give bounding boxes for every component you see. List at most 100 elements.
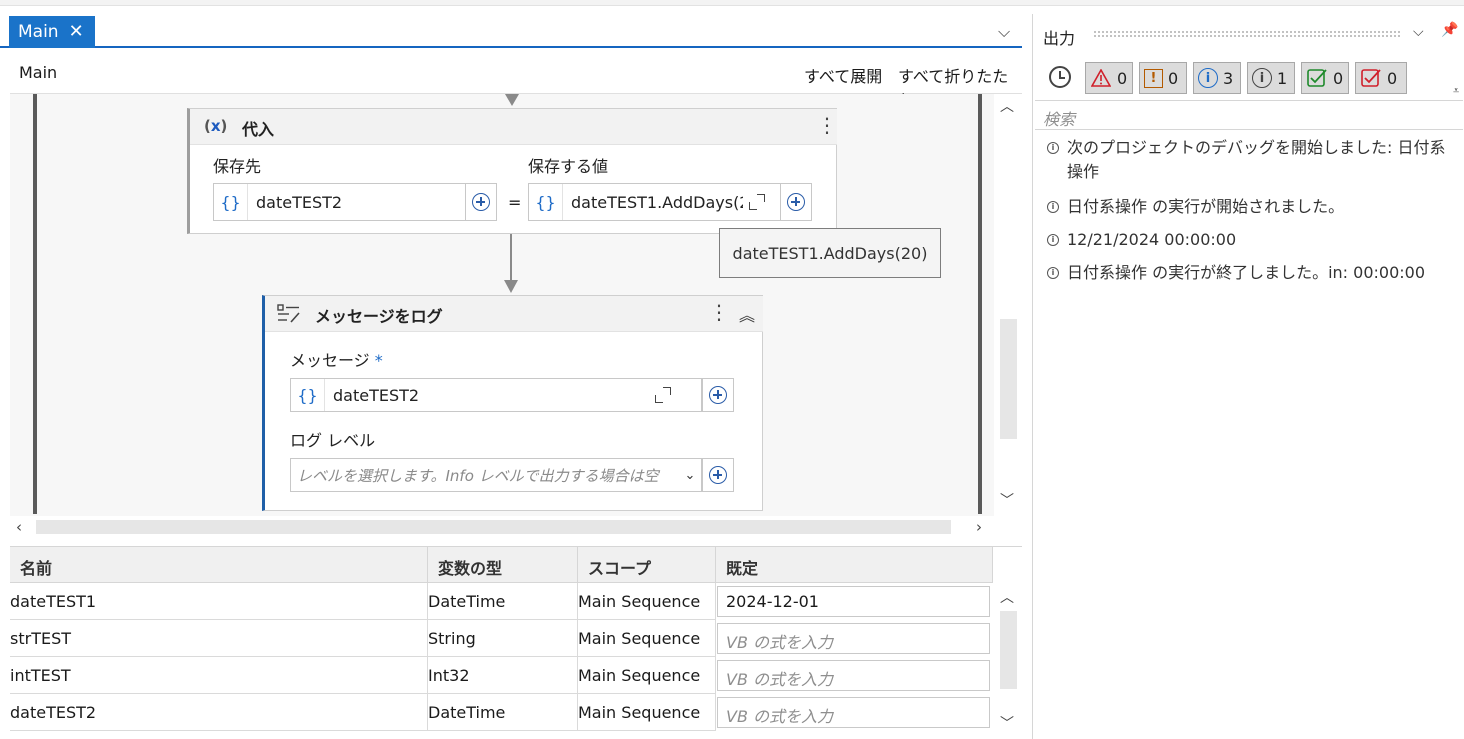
output-title: 出力 bbox=[1043, 29, 1076, 48]
log-level-placeholder: レベルを選択します。Info レベルで出力する場合は空 bbox=[297, 466, 659, 485]
info-icon: i bbox=[1198, 68, 1218, 88]
info-count: 3 bbox=[1223, 68, 1234, 88]
add-to-button[interactable] bbox=[465, 183, 497, 221]
output-panel: 出力 ⌵ 📌 0 ! 0 i 3 i 1 0 0 ⩡ 検索 i 次のプロジェクト… bbox=[1032, 14, 1464, 739]
add-message-button[interactable] bbox=[702, 378, 734, 412]
scroll-down-icon[interactable]: ﹀ bbox=[1000, 713, 1014, 733]
variable-default-input[interactable]: 2024-12-01 bbox=[717, 586, 990, 617]
warning-icon bbox=[1090, 67, 1112, 89]
more-options-icon[interactable]: ⋮ bbox=[709, 302, 729, 322]
overflow-chevron-icon[interactable]: ⩡ bbox=[1453, 84, 1459, 98]
variable-scope-cell[interactable]: Main Sequence bbox=[578, 657, 716, 694]
failure-icon bbox=[1360, 67, 1382, 89]
success-filter-button[interactable]: 0 bbox=[1301, 62, 1349, 94]
log-message-activity[interactable]: メッセージをログ ⋮ ︽ メッセージ * {} dateTEST2 ログ レベル… bbox=[262, 295, 763, 511]
scroll-up-icon[interactable]: ︿ bbox=[1000, 96, 1014, 116]
variable-default-input[interactable]: VB の式を入力 bbox=[717, 660, 990, 691]
expand-editor-icon[interactable] bbox=[655, 387, 671, 403]
assign-activity[interactable]: (x) 代入 ⋮ 保存先 保存する値 {} dateTEST2 = {} dat… bbox=[187, 108, 837, 234]
scroll-right-icon[interactable]: › bbox=[976, 518, 982, 536]
info-icon: i bbox=[1047, 142, 1059, 154]
output-search-input[interactable]: 検索 bbox=[1035, 100, 1463, 130]
variable-scope-cell[interactable]: Main Sequence bbox=[578, 583, 716, 620]
expand-editor-icon[interactable] bbox=[749, 194, 765, 210]
trace-filter-button[interactable]: i 1 bbox=[1247, 62, 1295, 94]
variable-name-cell[interactable]: intTEST bbox=[10, 657, 428, 694]
message-value: dateTEST2 bbox=[333, 385, 420, 405]
add-value-button[interactable] bbox=[780, 183, 812, 221]
variables-panel: 名前 変数の型 スコープ 既定 dateTEST1 DateTime Main … bbox=[10, 546, 1022, 739]
log-level-label: ログ レベル bbox=[290, 431, 376, 450]
log-message-header[interactable]: メッセージをログ ⋮ ︽ bbox=[265, 296, 763, 332]
assign-header[interactable]: (x) 代入 ⋮ bbox=[190, 109, 837, 145]
variable-name-cell[interactable]: dateTEST2 bbox=[10, 694, 428, 731]
info-filter-button[interactable]: i 3 bbox=[1193, 62, 1241, 94]
equals-sign: = bbox=[508, 193, 522, 212]
column-header-default[interactable]: 既定 bbox=[716, 547, 993, 583]
more-options-icon[interactable]: ⋮ bbox=[817, 115, 837, 135]
trace-icon: i bbox=[1252, 68, 1272, 88]
expand-all-link[interactable]: すべて展開 bbox=[804, 63, 882, 87]
plus-icon bbox=[472, 193, 490, 211]
message-field[interactable]: {} dateTEST2 bbox=[290, 378, 702, 412]
chevron-down-icon[interactable]: ⌵ bbox=[1413, 24, 1424, 40]
variable-scope-cell[interactable]: Main Sequence bbox=[578, 694, 716, 731]
info-icon: i bbox=[1047, 201, 1059, 213]
required-mark: * bbox=[374, 351, 383, 370]
scroll-thumb[interactable] bbox=[1000, 611, 1017, 689]
variable-default-input[interactable]: VB の式を入力 bbox=[717, 697, 990, 728]
column-header-name[interactable]: 名前 bbox=[10, 547, 428, 583]
info-icon: i bbox=[1047, 234, 1059, 246]
column-header-type[interactable]: 変数の型 bbox=[428, 547, 578, 583]
sequence-border-left bbox=[33, 94, 37, 514]
variable-type-cell[interactable]: String bbox=[428, 620, 578, 657]
canvas-horizontal-scrollbar[interactable]: ‹ › bbox=[10, 516, 1022, 540]
column-header-scope[interactable]: スコープ bbox=[578, 547, 716, 583]
to-field[interactable]: {} dateTEST2 bbox=[213, 183, 466, 221]
clock-icon[interactable] bbox=[1049, 66, 1071, 88]
variable-default-input[interactable]: VB の式を入力 bbox=[717, 623, 990, 654]
failure-filter-button[interactable]: 0 bbox=[1355, 62, 1407, 94]
scroll-up-icon[interactable]: ︿ bbox=[1000, 587, 1014, 607]
breadcrumb[interactable]: Main bbox=[19, 63, 57, 82]
scroll-left-icon[interactable]: ‹ bbox=[16, 518, 22, 536]
designer-canvas: (x) 代入 ⋮ 保存先 保存する値 {} dateTEST2 = {} dat… bbox=[10, 94, 994, 518]
panel-drag-grip[interactable] bbox=[1093, 30, 1401, 38]
error-count: 0 bbox=[1168, 68, 1179, 88]
value-value: dateTEST1.AddDays(2 bbox=[571, 192, 743, 212]
variable-name-cell[interactable]: strTEST bbox=[10, 620, 428, 657]
tab-main[interactable]: Main ✕ bbox=[9, 16, 95, 48]
output-filter-row: 0 ! 0 i 3 i 1 0 0 bbox=[1043, 62, 1453, 96]
canvas-vertical-scrollbar[interactable]: ︿ ﹀ bbox=[978, 94, 1022, 518]
variable-type-cell[interactable]: DateTime bbox=[428, 583, 578, 620]
flow-arrow bbox=[505, 94, 519, 106]
close-icon[interactable]: ✕ bbox=[69, 23, 84, 41]
flow-arrow bbox=[504, 280, 518, 293]
chevron-down-icon: ⌄ bbox=[684, 467, 696, 483]
warning-count: 0 bbox=[1117, 68, 1128, 88]
value-label: 保存する値 bbox=[528, 157, 609, 176]
sequence-border-right bbox=[978, 94, 982, 514]
value-field[interactable]: {} dateTEST1.AddDays(2 bbox=[528, 183, 781, 221]
scroll-thumb[interactable] bbox=[1000, 319, 1017, 439]
collapse-chevron-icon[interactable]: ︽ bbox=[739, 302, 755, 326]
log-level-select[interactable]: レベルを選択します。Info レベルで出力する場合は空 ⌄ bbox=[290, 458, 702, 492]
variables-scrollbar[interactable]: ︿ ﹀ bbox=[998, 585, 1020, 739]
error-filter-button[interactable]: ! 0 bbox=[1139, 62, 1187, 94]
add-log-level-button[interactable] bbox=[702, 458, 734, 492]
warning-filter-button[interactable]: 0 bbox=[1085, 62, 1133, 94]
variable-type-cell[interactable]: DateTime bbox=[428, 694, 578, 731]
chevron-down-icon[interactable]: ⌵ bbox=[998, 22, 1010, 42]
variable-name-cell[interactable]: dateTEST1 bbox=[10, 583, 428, 620]
pin-icon[interactable]: 📌 bbox=[1441, 22, 1458, 38]
scroll-thumb[interactable] bbox=[36, 520, 951, 534]
success-icon bbox=[1306, 67, 1328, 89]
plus-icon bbox=[709, 386, 727, 404]
error-icon: ! bbox=[1144, 68, 1163, 88]
tab-main-label: Main bbox=[18, 22, 59, 42]
designer-tab-bar: Main ✕ ⌵ bbox=[0, 6, 1022, 48]
log-message-icon bbox=[277, 304, 300, 323]
variable-type-cell[interactable]: Int32 bbox=[428, 657, 578, 694]
variable-scope-cell[interactable]: Main Sequence bbox=[578, 620, 716, 657]
scroll-down-icon[interactable]: ﹀ bbox=[1000, 490, 1014, 510]
